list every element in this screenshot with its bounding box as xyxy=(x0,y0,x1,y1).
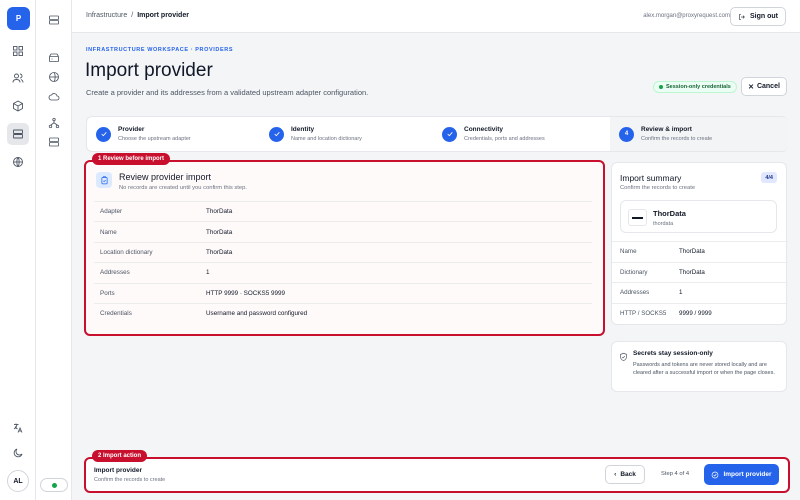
secondary-nav xyxy=(36,0,72,500)
sign-out-label: Sign out xyxy=(750,13,778,20)
summary-subtitle: Confirm the records to create xyxy=(620,185,696,191)
globe-icon[interactable] xyxy=(7,151,29,173)
step-subtitle: Confirm the records to create xyxy=(641,136,713,142)
users-icon[interactable] xyxy=(7,67,29,89)
step-provider[interactable]: Provider Choose the upstream adapter xyxy=(87,117,259,151)
sign-out-icon xyxy=(739,13,745,20)
collapse-icon[interactable] xyxy=(44,10,64,30)
summary-row: Addresses 1 xyxy=(612,282,788,303)
storage-icon[interactable] xyxy=(44,48,64,68)
close-icon: ✕ xyxy=(748,83,754,91)
secrets-body: Passwords and tokens are never stored lo… xyxy=(633,362,775,376)
row-value: 9999 / 9999 xyxy=(679,309,712,317)
connection-status[interactable] xyxy=(40,478,68,492)
provider-box: ThorData thordata xyxy=(620,200,777,233)
provider-slug: thordata xyxy=(653,221,674,227)
session-badge-label: Session-only credentials xyxy=(666,84,731,90)
row-label: Name xyxy=(620,248,637,256)
step-identity[interactable]: Identity Name and location dictionary xyxy=(260,117,432,151)
topology-icon[interactable] xyxy=(44,113,64,133)
row-value: ThorData xyxy=(679,268,705,276)
sign-out-button[interactable]: Sign out xyxy=(730,7,786,26)
summary-table: Name ThorData Dictionary ThorData Addresse… xyxy=(612,241,788,323)
cancel-label: Cancel xyxy=(756,83,780,90)
breadcrumb: Infrastructure / Import provider xyxy=(86,12,189,19)
step-connectivity[interactable]: Connectivity Credentials, ports and addre… xyxy=(433,117,605,151)
secrets-title: Secrets stay session-only xyxy=(633,350,713,357)
action-callout: 2 Import action xyxy=(92,450,148,462)
app-logo[interactable]: P xyxy=(7,7,30,30)
row-label: HTTP / SOCKS5 xyxy=(620,309,667,317)
row-label: Addresses xyxy=(620,289,650,297)
breadcrumb-separator: / xyxy=(131,12,134,19)
dashboard-icon[interactable] xyxy=(7,40,29,62)
cancel-button[interactable]: ✕ Cancel xyxy=(741,77,787,96)
page-description: Create a provider and its addresses from… xyxy=(86,88,369,97)
network-globe-icon[interactable] xyxy=(44,67,64,87)
providers-icon[interactable] xyxy=(44,132,64,152)
step-subtitle: Credentials, ports and addresses xyxy=(464,136,545,142)
top-bar: Infrastructure / Import provider alex.morg… xyxy=(72,0,800,33)
step-subtitle: Choose the upstream adapter xyxy=(118,136,191,142)
review-callout: 1 Review before import xyxy=(92,153,171,165)
package-icon[interactable] xyxy=(7,95,29,117)
step-number: 4 xyxy=(619,126,634,142)
user-email: alex.morgan@proxyrequest.com xyxy=(643,13,730,19)
step-subtitle: Name and location dictionary xyxy=(291,136,362,142)
cloud-icon[interactable] xyxy=(44,87,64,107)
secrets-card: Secrets stay session-only Passwords and … xyxy=(611,341,787,392)
shield-icon xyxy=(619,349,628,362)
provider-name: ThorData xyxy=(653,209,686,218)
row-value: ThorData xyxy=(679,248,705,256)
summary-row: Dictionary ThorData xyxy=(612,261,788,283)
summary-row: HTTP / SOCKS5 9999 / 9999 xyxy=(612,302,788,324)
step-title: Connectivity xyxy=(464,126,504,133)
infrastructure-icon[interactable] xyxy=(7,123,29,145)
provider-logo xyxy=(628,209,647,226)
check-icon xyxy=(269,126,284,142)
stepper: Provider Choose the upstream adapter Iden… xyxy=(86,116,788,152)
session-badge: Session-only credentials xyxy=(653,81,737,93)
check-icon xyxy=(442,126,457,142)
session-dot-icon xyxy=(659,85,663,89)
step-title: Review & import xyxy=(641,126,692,133)
row-value: 1 xyxy=(679,289,683,297)
theme-icon[interactable] xyxy=(7,442,29,464)
status-dot-icon xyxy=(51,482,57,488)
check-icon xyxy=(96,126,111,142)
page-eyebrow: INFRASTRUCTURE WORKSPACE · PROVIDERS xyxy=(86,47,234,53)
icon-rail: P AL xyxy=(0,0,36,500)
summary-title: Import summary xyxy=(620,173,682,183)
action-highlight xyxy=(84,457,790,493)
step-title: Provider xyxy=(118,126,145,133)
review-highlight xyxy=(84,160,605,336)
row-label: Dictionary xyxy=(620,268,648,276)
page-title: Import provider xyxy=(85,60,213,81)
language-icon[interactable] xyxy=(7,417,29,439)
breadcrumb-infrastructure[interactable]: Infrastructure xyxy=(86,12,127,19)
summary-row: Name ThorData xyxy=(612,241,788,262)
breadcrumb-current: Import provider xyxy=(137,12,189,19)
step-title: Identity xyxy=(291,126,315,133)
avatar[interactable]: AL xyxy=(7,470,29,492)
step-review-import[interactable]: 4 Review & import Confirm the records to … xyxy=(610,117,788,151)
summary-count-badge: 4/4 xyxy=(761,172,777,183)
summary-card: Import summary Confirm the records to cr… xyxy=(611,162,788,325)
